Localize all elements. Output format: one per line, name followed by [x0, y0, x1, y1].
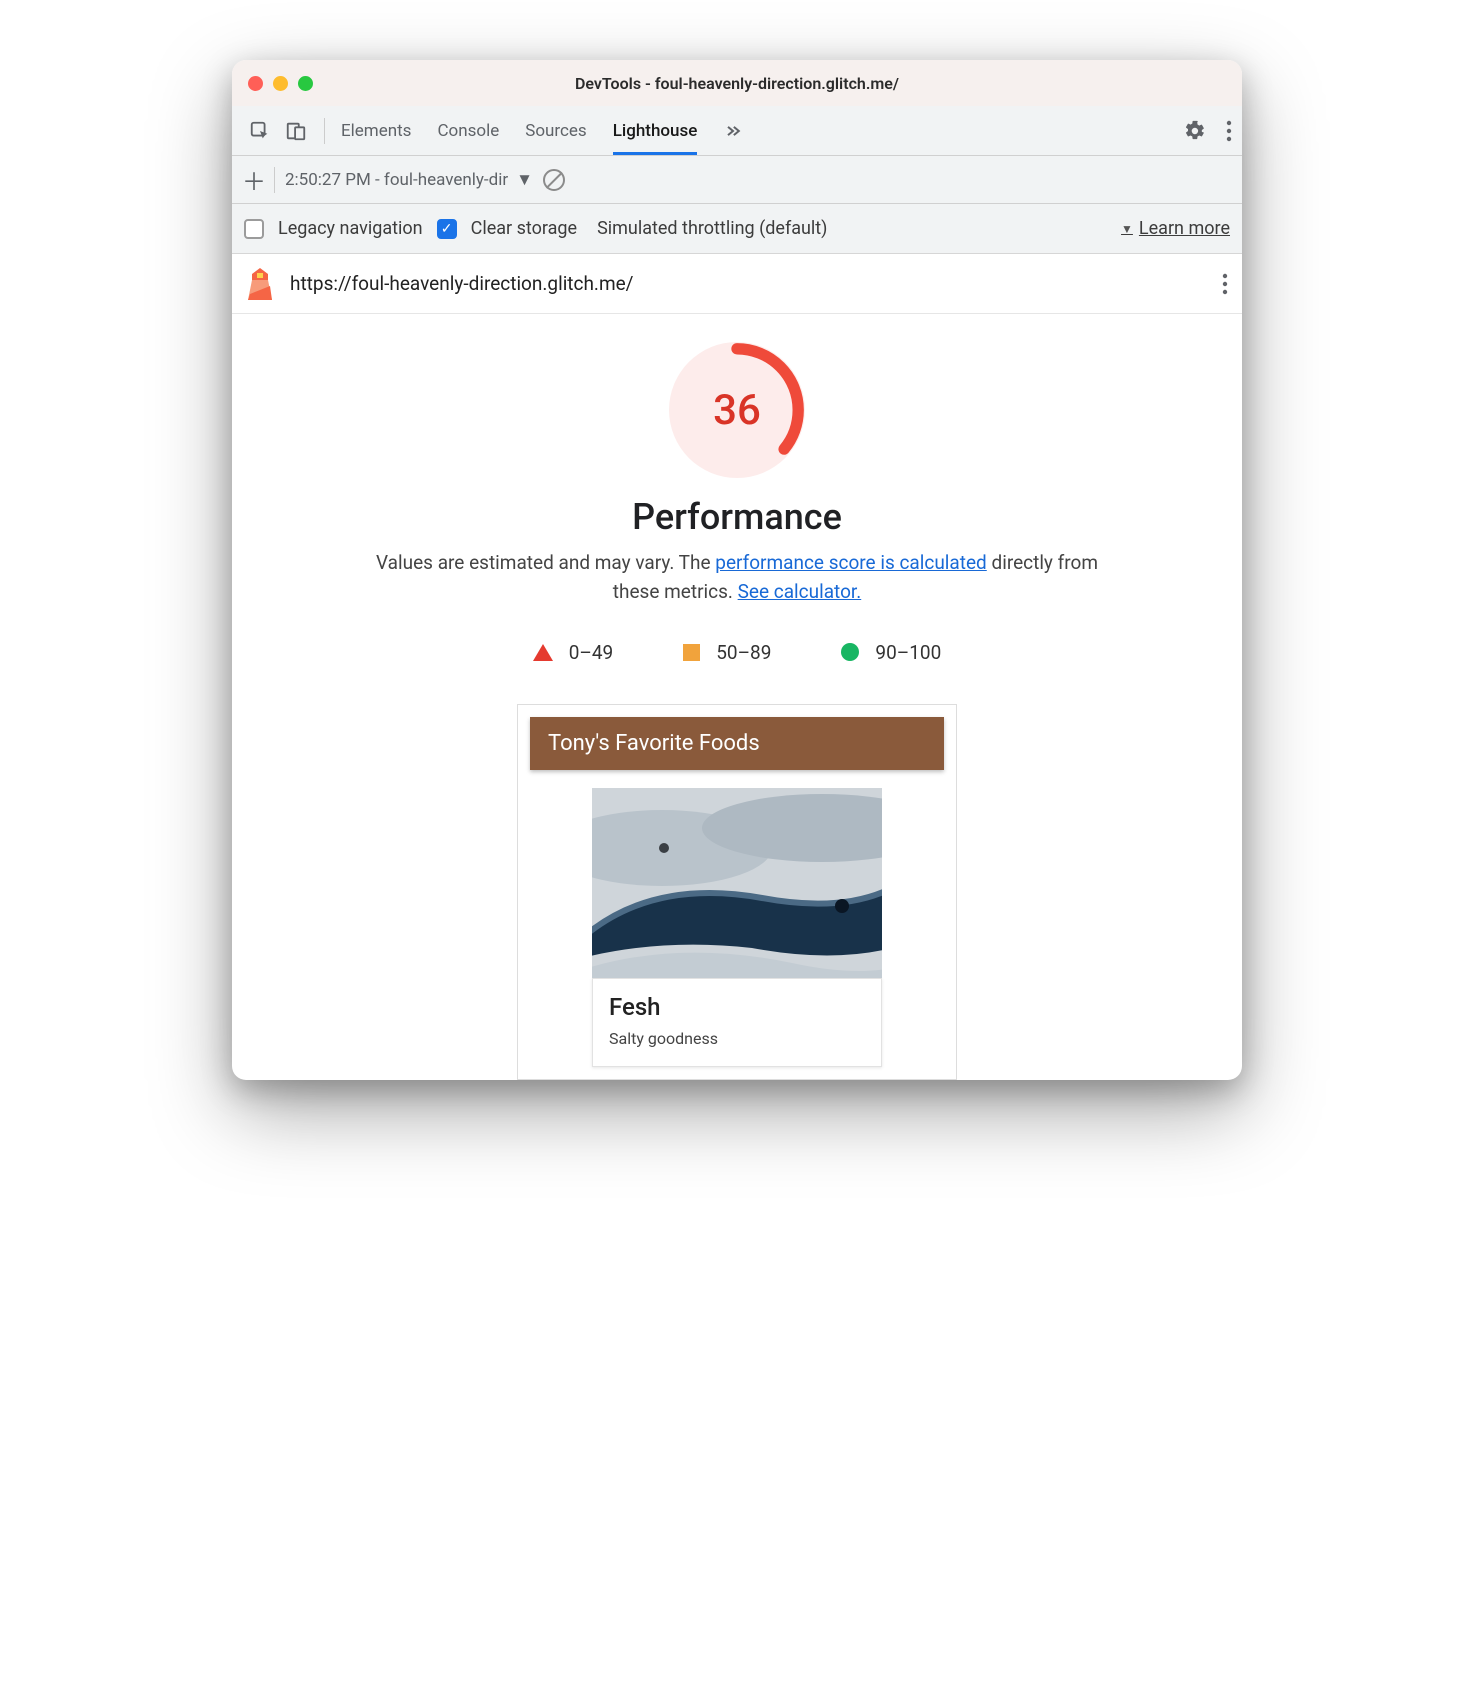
legend-average: 50–89	[683, 641, 771, 664]
preview-card-subtitle: Salty goodness	[609, 1029, 865, 1048]
desc-text: Values are estimated and may vary. The	[376, 551, 715, 574]
window-controls	[248, 76, 313, 91]
chevron-down-icon: ▼	[1121, 222, 1133, 236]
new-report-button[interactable]: ＋	[242, 162, 264, 197]
close-window-button[interactable]	[248, 76, 263, 91]
tab-elements[interactable]: Elements	[341, 106, 411, 155]
window-title: DevTools - foul-heavenly-direction.glitc…	[232, 74, 1242, 93]
minimize-window-button[interactable]	[273, 76, 288, 91]
device-toolbar-icon[interactable]	[282, 117, 310, 145]
legend-fail: 0–49	[533, 641, 614, 664]
lighthouse-toolbar: ＋ 2:50:27 PM - foul-heavenly-dir ▼	[232, 156, 1242, 204]
lighthouse-options: Legacy navigation ✓ Clear storage Simula…	[232, 204, 1242, 254]
clear-storage-label: Clear storage	[471, 218, 577, 239]
square-icon	[683, 644, 700, 661]
legacy-nav-checkbox[interactable]	[244, 219, 264, 239]
lighthouse-logo-icon	[246, 268, 274, 300]
report-header: https://foul-heavenly-direction.glitch.m…	[232, 254, 1242, 314]
tab-console[interactable]: Console	[437, 106, 499, 155]
report-body: 36 Performance Values are estimated and …	[232, 314, 1242, 1080]
performance-score: 36	[669, 342, 805, 478]
learn-more-text: Learn more	[1139, 218, 1230, 239]
report-menu-icon[interactable]	[1222, 273, 1228, 295]
history-label: 2:50:27 PM - foul-heavenly-dir	[285, 170, 508, 190]
devtools-tabstrip: Elements Console Sources Lighthouse	[232, 106, 1242, 156]
category-description: Values are estimated and may vary. The p…	[367, 548, 1107, 607]
report-history-dropdown[interactable]: 2:50:27 PM - foul-heavenly-dir ▼	[285, 170, 533, 190]
circle-icon	[841, 643, 859, 661]
performance-gauge: 36	[669, 342, 805, 478]
tab-sources[interactable]: Sources	[525, 106, 586, 155]
settings-icon[interactable]	[1184, 120, 1206, 142]
preview-header: Tony's Favorite Foods	[530, 717, 944, 770]
divider	[324, 118, 325, 144]
category-title: Performance	[252, 496, 1222, 538]
legacy-nav-label: Legacy navigation	[278, 218, 423, 239]
preview-card: Fesh Salty goodness	[592, 978, 882, 1067]
panel-tabs: Elements Console Sources Lighthouse	[341, 106, 743, 155]
tabs-overflow[interactable]	[723, 106, 743, 155]
learn-more-link[interactable]: ▼ Learn more	[1121, 218, 1230, 239]
clear-storage-checkbox[interactable]: ✓	[437, 219, 457, 239]
legend-avg-label: 50–89	[716, 641, 771, 664]
see-calculator-link[interactable]: See calculator.	[738, 580, 862, 603]
legend-pass-label: 90–100	[875, 641, 941, 664]
page-screenshot-preview: Tony's Favorite Foods Fesh Salty go	[517, 704, 957, 1080]
tab-lighthouse[interactable]: Lighthouse	[613, 106, 698, 155]
preview-card-title: Fesh	[609, 993, 865, 1021]
devtools-window: DevTools - foul-heavenly-direction.glitc…	[232, 60, 1242, 1080]
divider	[274, 167, 275, 193]
more-menu-icon[interactable]	[1226, 120, 1232, 142]
report-url: https://foul-heavenly-direction.glitch.m…	[290, 272, 1206, 295]
legend-fail-label: 0–49	[569, 641, 614, 664]
clear-all-icon[interactable]	[543, 169, 565, 191]
perf-score-calc-link[interactable]: performance score is calculated	[715, 551, 986, 574]
score-legend: 0–49 50–89 90–100	[252, 641, 1222, 664]
throttling-label: Simulated throttling (default)	[597, 218, 827, 239]
triangle-icon	[533, 644, 553, 661]
legend-pass: 90–100	[841, 641, 941, 664]
chevron-down-icon: ▼	[516, 170, 533, 190]
inspect-element-icon[interactable]	[246, 117, 274, 145]
titlebar: DevTools - foul-heavenly-direction.glitc…	[232, 60, 1242, 106]
zoom-window-button[interactable]	[298, 76, 313, 91]
preview-image	[592, 788, 882, 978]
